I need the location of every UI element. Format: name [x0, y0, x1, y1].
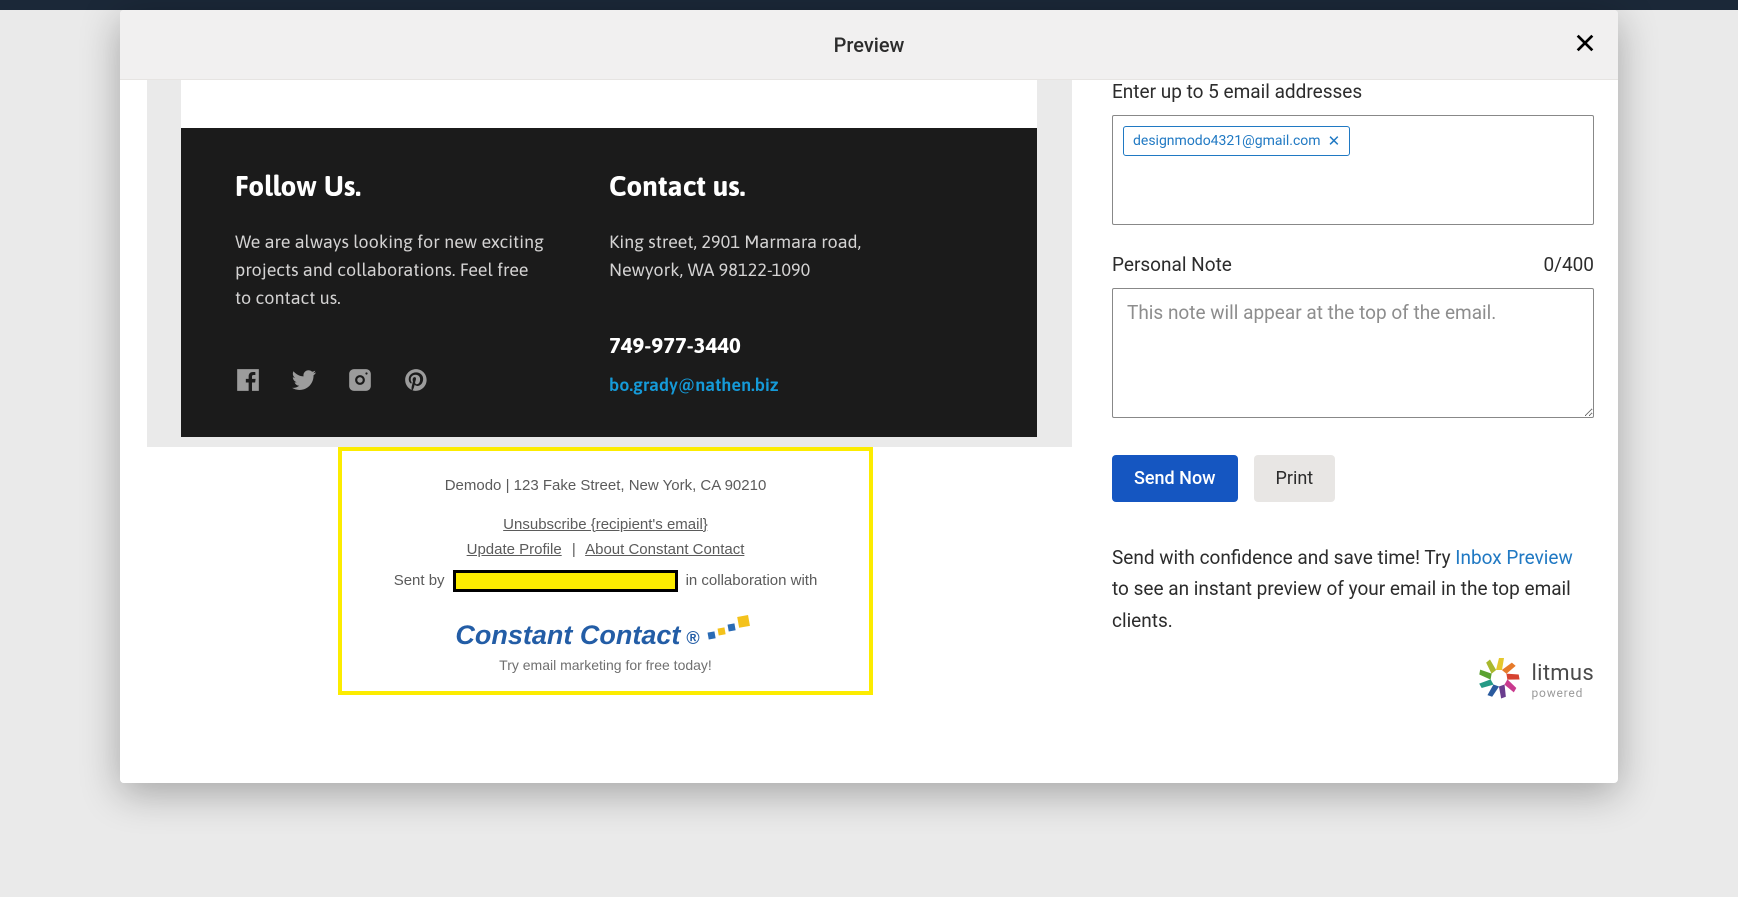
email-addresses-label: Enter up to 5 email addresses	[1112, 80, 1594, 103]
note-char-count: 0/400	[1543, 253, 1594, 276]
promo-text-1: Send with confidence and save time! Try	[1112, 546, 1455, 569]
contact-phone: 749-977-3440	[609, 332, 983, 358]
contact-email[interactable]: bo.grady@nathen.biz	[609, 374, 983, 395]
sent-by-row: Sent by in collaboration with	[362, 570, 849, 592]
modal-body: Follow Us. We are always looking for new…	[120, 80, 1618, 783]
pinterest-icon[interactable]	[403, 367, 429, 397]
follow-heading: Follow Us.	[235, 170, 609, 202]
about-constant-contact-link[interactable]: About Constant Contact	[585, 541, 744, 558]
email-preview-pane[interactable]: Follow Us. We are always looking for new…	[120, 80, 1082, 783]
email-chip-text: designmodo4321@gmail.com	[1133, 133, 1321, 149]
send-test-form: Enter up to 5 email addresses designmodo…	[1082, 80, 1618, 783]
promo-text-2: to see an instant preview of your email …	[1112, 577, 1571, 631]
print-button[interactable]: Print	[1254, 455, 1336, 502]
litmus-wheel-icon	[1477, 656, 1521, 704]
inbox-preview-promo: Send with confidence and save time! Try …	[1112, 542, 1594, 636]
preview-modal: Preview Follow Us. We are always looking…	[120, 10, 1618, 783]
action-buttons: Send Now Print	[1112, 455, 1594, 502]
cc-logo-icon	[706, 610, 756, 649]
modal-header: Preview	[120, 10, 1618, 80]
twitter-icon[interactable]	[291, 367, 317, 397]
constant-contact-footer: Demodo | 123 Fake Street, New York, CA 9…	[338, 447, 873, 695]
cc-try-text[interactable]: Try email marketing for free today!	[362, 657, 849, 673]
contact-heading: Contact us.	[609, 170, 983, 202]
note-label-row: Personal Note 0/400	[1112, 253, 1594, 276]
personal-note-textarea[interactable]	[1112, 288, 1594, 418]
email-addresses-input[interactable]: designmodo4321@gmail.com ✕	[1112, 115, 1594, 225]
follow-text: We are always looking for new exciting p…	[235, 228, 545, 312]
constant-contact-logo[interactable]: Constant Contact ®	[362, 610, 849, 651]
cc-logo-text: Constant Contact	[455, 620, 680, 651]
email-chip: designmodo4321@gmail.com ✕	[1123, 126, 1350, 156]
separator: |	[572, 541, 576, 558]
litmus-branding: litmus powered	[1112, 656, 1594, 704]
email-content: Follow Us. We are always looking for new…	[181, 80, 1037, 437]
modal-title: Preview	[834, 33, 905, 57]
sent-by-prefix: Sent by	[394, 572, 445, 589]
instagram-icon[interactable]	[347, 367, 373, 397]
collab-text: in collaboration with	[686, 572, 818, 589]
footer-contact-col: Contact us. King street, 2901 Marmara ro…	[609, 170, 983, 397]
footer-follow-col: Follow Us. We are always looking for new…	[235, 170, 609, 397]
unsubscribe-link[interactable]: Unsubscribe {recipient's email}	[503, 516, 708, 533]
close-icon[interactable]	[1574, 32, 1596, 58]
registered-mark: ®	[686, 628, 699, 649]
send-now-button[interactable]: Send Now	[1112, 455, 1238, 502]
litmus-sub: powered	[1532, 686, 1594, 700]
social-row	[235, 367, 609, 397]
email-footer-block: Follow Us. We are always looking for new…	[181, 128, 1037, 437]
litmus-text: litmus powered	[1532, 661, 1594, 700]
modal-overlay: Preview Follow Us. We are always looking…	[0, 0, 1738, 897]
litmus-name: litmus	[1532, 661, 1594, 686]
email-white-top	[181, 80, 1037, 128]
inbox-preview-link[interactable]: Inbox Preview	[1455, 546, 1573, 569]
contact-address: King street, 2901 Marmara road, Newyork,…	[609, 228, 889, 284]
personal-note-label: Personal Note	[1112, 253, 1232, 276]
update-profile-link[interactable]: Update Profile	[467, 541, 562, 558]
redacted-sender	[453, 570, 678, 592]
chip-remove-icon[interactable]: ✕	[1328, 132, 1341, 150]
facebook-icon[interactable]	[235, 367, 261, 397]
cc-address: Demodo | 123 Fake Street, New York, CA 9…	[362, 477, 849, 494]
email-wrap: Follow Us. We are always looking for new…	[147, 80, 1072, 447]
